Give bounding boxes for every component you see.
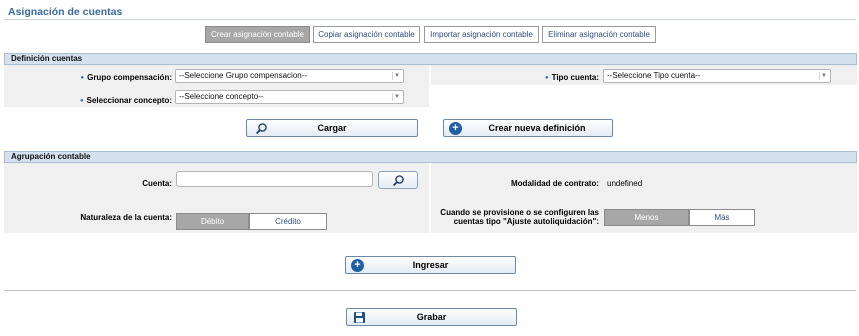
section-header-agrupacion: Agrupación contable [4,151,857,163]
tab-copiar-asignacion[interactable]: Copiar asignación contable [313,26,420,43]
tab-crear-asignacion[interactable]: Crear asignación contable [205,26,310,43]
cuenta-search-button[interactable] [378,171,418,189]
required-marker-icon: ● [80,98,84,104]
ingresar-button[interactable]: + Ingresar [345,256,516,274]
crear-nueva-definicion-button[interactable]: + Crear nueva definición [443,119,613,137]
cuenta-label: Cuenta: [142,179,172,188]
plus-circle-icon: + [449,122,462,135]
chevron-down-icon: ▼ [819,72,828,80]
grupo-compensacion-label: ● Grupo compensación: [80,73,172,82]
footer-divider [4,290,856,291]
cargar-button[interactable]: Cargar [246,119,418,137]
modalidad-contrato-label: Modalidad de contrato: [511,179,599,188]
tipo-cuenta-select[interactable]: --Seleccione Tipo cuenta-- ▼ [603,69,831,83]
naturaleza-credito-toggle[interactable]: Crédito [249,213,327,230]
grupo-compensacion-select[interactable]: --Seleccione Grupo compensacion-- ▼ [175,69,404,83]
search-icon [392,175,404,187]
title-divider [4,19,856,20]
chevron-down-icon: ▼ [392,93,401,101]
naturaleza-cuenta-label: Naturaleza de la cuenta: [80,213,172,222]
provisione-label: Cuando se provisione o se configuren las… [440,208,599,226]
required-marker-icon: ● [80,75,85,81]
provisione-menos-toggle[interactable]: Menos [604,209,689,226]
section-header-definicion: Definición cuentas [4,53,857,65]
tipo-cuenta-label: ● Tipo cuenta: [544,73,599,82]
modalidad-contrato-value: undefined [607,179,643,188]
provisione-mas-toggle[interactable]: Más [689,209,755,226]
naturaleza-debito-toggle[interactable]: Débito [176,213,249,230]
cuenta-input[interactable] [176,171,373,187]
tab-importar-asignacion[interactable]: Importar asignación contable [424,26,539,43]
seleccionar-concepto-select[interactable]: --Seleccione concepto-- ▼ [175,90,404,104]
required-marker-icon: ● [544,75,549,81]
tab-eliminar-asignacion[interactable]: Eliminar asignación contable [542,26,656,43]
chevron-down-icon: ▼ [392,72,401,80]
page-title: Asignación de cuentas [8,6,123,18]
grabar-button[interactable]: Grabar [346,308,517,326]
seleccionar-concepto-label: ● Seleccionar concepto: [80,96,172,105]
